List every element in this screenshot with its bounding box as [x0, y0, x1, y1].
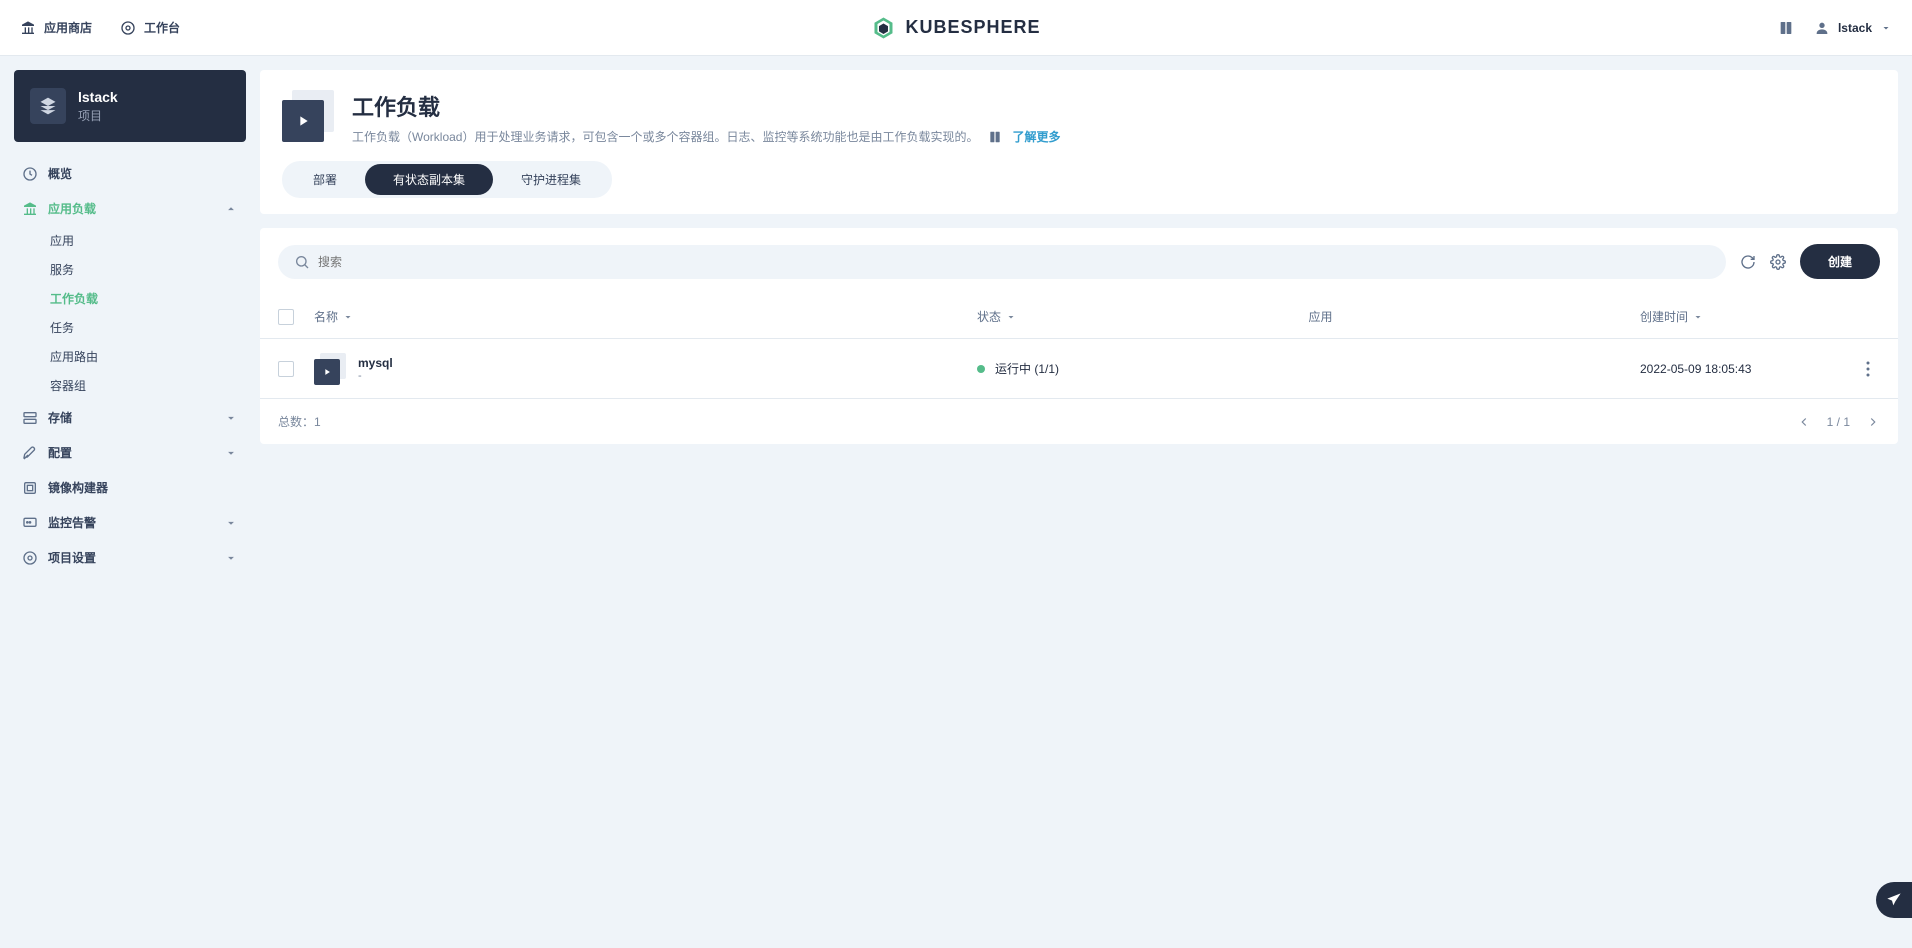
nav-icon — [22, 201, 38, 217]
row-checkbox[interactable] — [278, 361, 294, 377]
nav-app-store[interactable]: 应用商店 — [20, 19, 92, 36]
nav-icon — [22, 550, 38, 566]
table-panel: 创建 名称 状态 应用 创建时间 mysql- 运行中 (1/1) 2022-0… — [260, 228, 1898, 444]
page-indicator: 1 / 1 — [1827, 415, 1850, 429]
row-time: 2022-05-09 18:05:43 — [1640, 362, 1840, 376]
nav-icon — [22, 410, 38, 426]
sidebar-item[interactable]: 应用负载 — [14, 191, 246, 226]
column-name[interactable]: 名称 — [314, 308, 977, 325]
chevron-up-icon — [224, 202, 238, 216]
nav-label: 镜像构建器 — [48, 479, 108, 496]
page-description: 工作负载（Workload）用于处理业务请求，可包含一个或多个容器组。日志、监控… — [352, 128, 978, 145]
sort-icon — [1005, 311, 1017, 323]
sort-icon — [342, 311, 354, 323]
sidebar-item[interactable]: 存储 — [14, 400, 246, 435]
chevron-down-icon — [224, 411, 238, 425]
sidebar-item[interactable]: 监控告警 — [14, 505, 246, 540]
logo-icon — [871, 16, 895, 40]
sidebar-sub-item[interactable]: 容器组 — [46, 371, 246, 400]
nav-label: 项目设置 — [48, 549, 96, 566]
tab[interactable]: 部署 — [285, 164, 365, 195]
project-card[interactable]: lstack 项目 — [14, 70, 246, 142]
settings-icon[interactable] — [1770, 254, 1786, 270]
create-button[interactable]: 创建 — [1800, 244, 1880, 279]
caret-down-icon — [1880, 22, 1892, 34]
nav-icon — [22, 445, 38, 461]
table-row[interactable]: mysql- 运行中 (1/1) 2022-05-09 18:05:43 — [260, 339, 1898, 399]
sidebar-sub-item[interactable]: 任务 — [46, 313, 246, 342]
tab[interactable]: 有状态副本集 — [365, 164, 493, 195]
top-header: 应用商店 工作台 KUBESPHERE lstack — [0, 0, 1912, 56]
sort-icon — [1692, 311, 1704, 323]
sidebar-sub-item[interactable]: 应用路由 — [46, 342, 246, 371]
nav-label: 监控告警 — [48, 514, 96, 531]
sidebar-item[interactable]: 镜像构建器 — [14, 470, 246, 505]
prev-page-icon[interactable] — [1797, 415, 1811, 429]
sidebar-item[interactable]: 概览 — [14, 156, 246, 191]
help-float-button[interactable] — [1876, 882, 1912, 918]
nav-icon — [22, 480, 38, 496]
chevron-down-icon — [224, 551, 238, 565]
workload-row-icon — [314, 353, 346, 385]
project-name: lstack — [78, 88, 118, 106]
brand-logo[interactable]: KUBESPHERE — [871, 16, 1040, 40]
column-app: 应用 — [1309, 308, 1641, 325]
nav-icon — [22, 515, 38, 531]
total-label: 总数：1 — [278, 413, 321, 430]
nav-label: 配置 — [48, 444, 72, 461]
search-field[interactable] — [278, 245, 1726, 279]
row-more-button[interactable] — [1856, 357, 1880, 381]
status-dot-icon — [977, 365, 985, 373]
table-header: 名称 状态 应用 创建时间 — [260, 295, 1898, 339]
sidebar-item[interactable]: 项目设置 — [14, 540, 246, 575]
page-banner: 工作负载 工作负载（Workload）用于处理业务请求，可包含一个或多个容器组。… — [260, 70, 1898, 214]
workbench-icon — [120, 20, 136, 36]
refresh-icon[interactable] — [1740, 254, 1756, 270]
sidebar-sub-item[interactable]: 工作负载 — [46, 284, 246, 313]
sidebar-item[interactable]: 配置 — [14, 435, 246, 470]
row-status: 运行中 (1/1) — [977, 360, 1309, 377]
nav-label: 应用负载 — [48, 200, 96, 217]
docs-icon[interactable] — [1778, 20, 1794, 36]
sidebar: lstack 项目 概览应用负载应用服务工作负载任务应用路由容器组存储配置镜像构… — [14, 70, 246, 575]
column-time[interactable]: 创建时间 — [1640, 308, 1840, 325]
tab[interactable]: 守护进程集 — [493, 164, 609, 195]
user-menu[interactable]: lstack — [1814, 20, 1892, 36]
search-icon — [294, 254, 310, 270]
row-name: mysql — [358, 356, 393, 370]
row-sub: - — [358, 370, 393, 382]
chevron-down-icon — [224, 516, 238, 530]
column-status[interactable]: 状态 — [977, 308, 1309, 325]
workload-icon — [282, 90, 334, 142]
nav-workbench[interactable]: 工作台 — [120, 19, 180, 36]
user-icon — [1814, 20, 1830, 36]
page-title: 工作负载 — [352, 90, 1061, 122]
sidebar-sub-item[interactable]: 应用 — [46, 226, 246, 255]
chevron-down-icon — [224, 446, 238, 460]
table-footer: 总数：1 1 / 1 — [260, 399, 1898, 444]
search-input[interactable] — [318, 255, 1710, 269]
next-page-icon[interactable] — [1866, 415, 1880, 429]
app-store-icon — [20, 20, 36, 36]
project-icon — [30, 88, 66, 124]
learn-more-link[interactable]: 了解更多 — [1012, 128, 1060, 145]
project-type: 项目 — [78, 107, 118, 124]
select-all-checkbox[interactable] — [278, 309, 294, 325]
nav-icon — [22, 166, 38, 182]
workload-type-tabs: 部署有状态副本集守护进程集 — [282, 161, 612, 198]
nav-label: 存储 — [48, 409, 72, 426]
nav-label: 概览 — [48, 165, 72, 182]
sidebar-sub-item[interactable]: 服务 — [46, 255, 246, 284]
doc-icon — [988, 130, 1002, 144]
